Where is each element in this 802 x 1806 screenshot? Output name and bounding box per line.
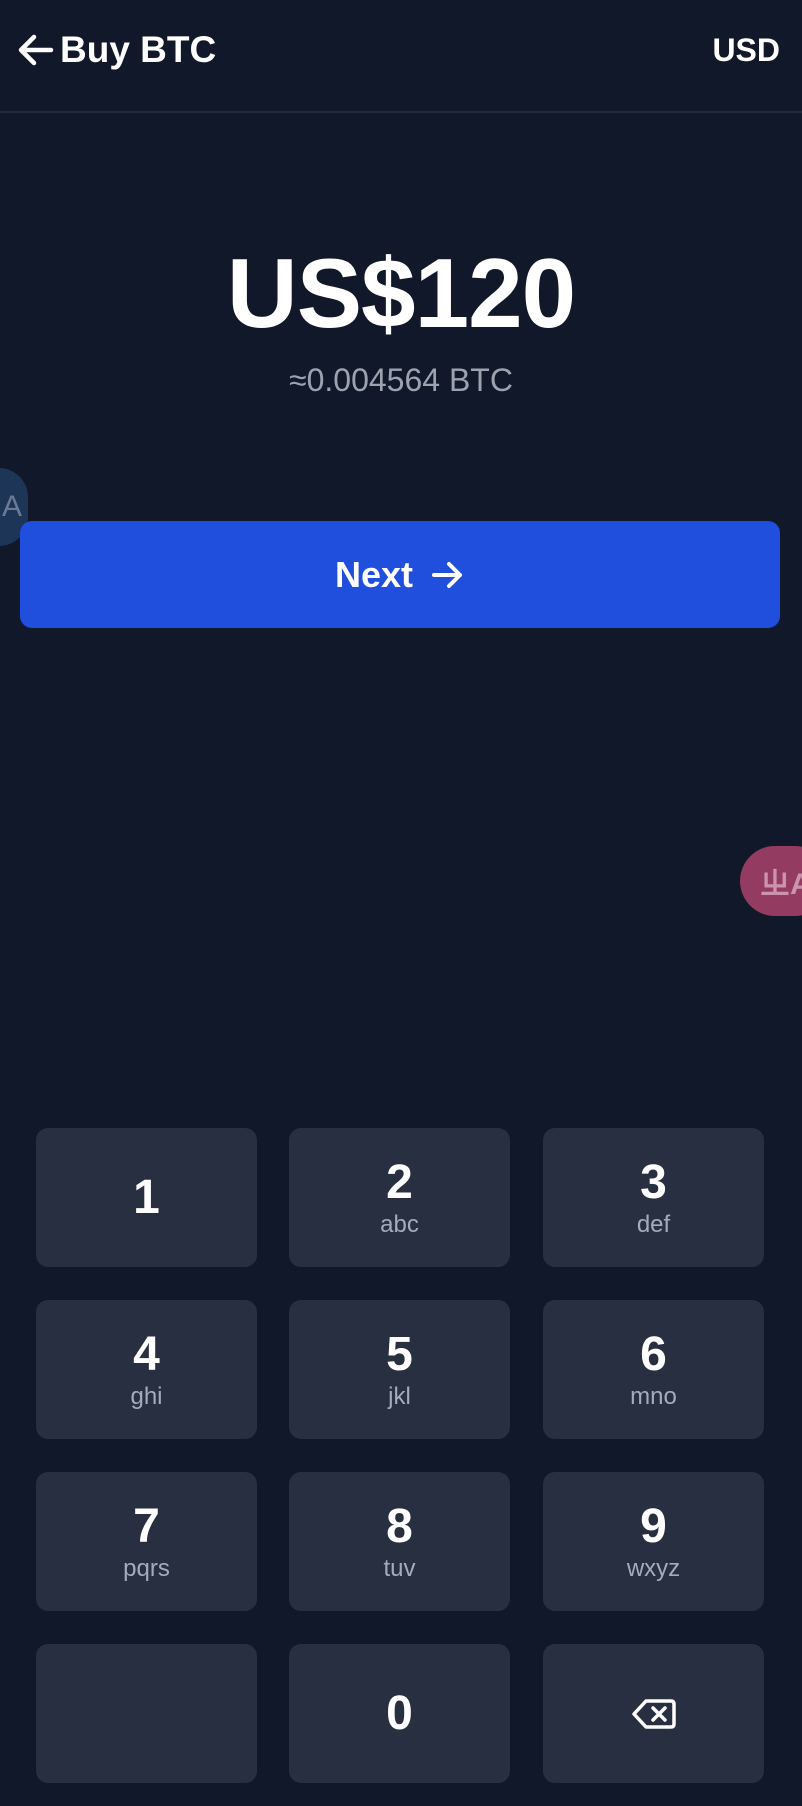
key-3[interactable]: 3 def bbox=[543, 1128, 764, 1267]
key-letters: pqrs bbox=[123, 1554, 170, 1582]
key-8[interactable]: 8 tuv bbox=[289, 1472, 510, 1611]
key-digit: 8 bbox=[386, 1499, 413, 1553]
key-7[interactable]: 7 pqrs bbox=[36, 1472, 257, 1611]
key-5[interactable]: 5 jkl bbox=[289, 1300, 510, 1439]
backspace-key[interactable] bbox=[543, 1644, 764, 1783]
floating-left-glyph: A bbox=[1, 490, 22, 523]
key-digit: 5 bbox=[386, 1327, 413, 1381]
key-digit: 2 bbox=[386, 1155, 413, 1209]
page-title: Buy BTC bbox=[60, 29, 217, 70]
key-letters: jkl bbox=[388, 1382, 411, 1410]
key-letters: mno bbox=[630, 1382, 677, 1410]
key-letters: abc bbox=[380, 1210, 419, 1238]
crypto-conversion: ≈0.004564 BTC bbox=[289, 362, 513, 398]
key-2[interactable]: 2 abc bbox=[289, 1128, 510, 1267]
key-digit: 6 bbox=[640, 1327, 667, 1381]
key-4[interactable]: 4 ghi bbox=[36, 1300, 257, 1439]
next-button[interactable]: Next bbox=[20, 521, 780, 628]
arrow-left-icon bbox=[18, 34, 54, 66]
arrow-right-icon bbox=[432, 561, 463, 588]
key-digit: 4 bbox=[133, 1327, 160, 1381]
key-9[interactable]: 9 wxyz bbox=[543, 1472, 764, 1611]
key-0[interactable]: 0 bbox=[289, 1644, 510, 1783]
key-digit: 7 bbox=[133, 1499, 160, 1553]
key-digit: 3 bbox=[640, 1155, 667, 1209]
key-digit: 1 bbox=[133, 1170, 160, 1224]
fiat-amount: US$120 bbox=[226, 238, 576, 348]
key-letters: def bbox=[636, 1210, 671, 1238]
translate-button[interactable]: ㄓA bbox=[740, 846, 802, 916]
key-digit: 0 bbox=[386, 1686, 413, 1740]
next-button-label: Next bbox=[334, 553, 414, 595]
app-header: Buy BTC USD bbox=[0, 0, 802, 113]
key-letters: wxyz bbox=[626, 1554, 681, 1582]
key-letters: ghi bbox=[130, 1382, 163, 1410]
key-blank[interactable] bbox=[36, 1644, 257, 1783]
key-digit: 9 bbox=[640, 1499, 667, 1553]
key-6[interactable]: 6 mno bbox=[543, 1300, 764, 1439]
backspace-icon bbox=[631, 1698, 676, 1729]
back-button[interactable] bbox=[8, 25, 64, 75]
currency-selector[interactable]: USD bbox=[712, 30, 780, 70]
translate-icon: ㄓA bbox=[760, 868, 802, 901]
key-1[interactable]: 1 bbox=[36, 1128, 257, 1267]
key-letters: tuv bbox=[383, 1554, 416, 1582]
